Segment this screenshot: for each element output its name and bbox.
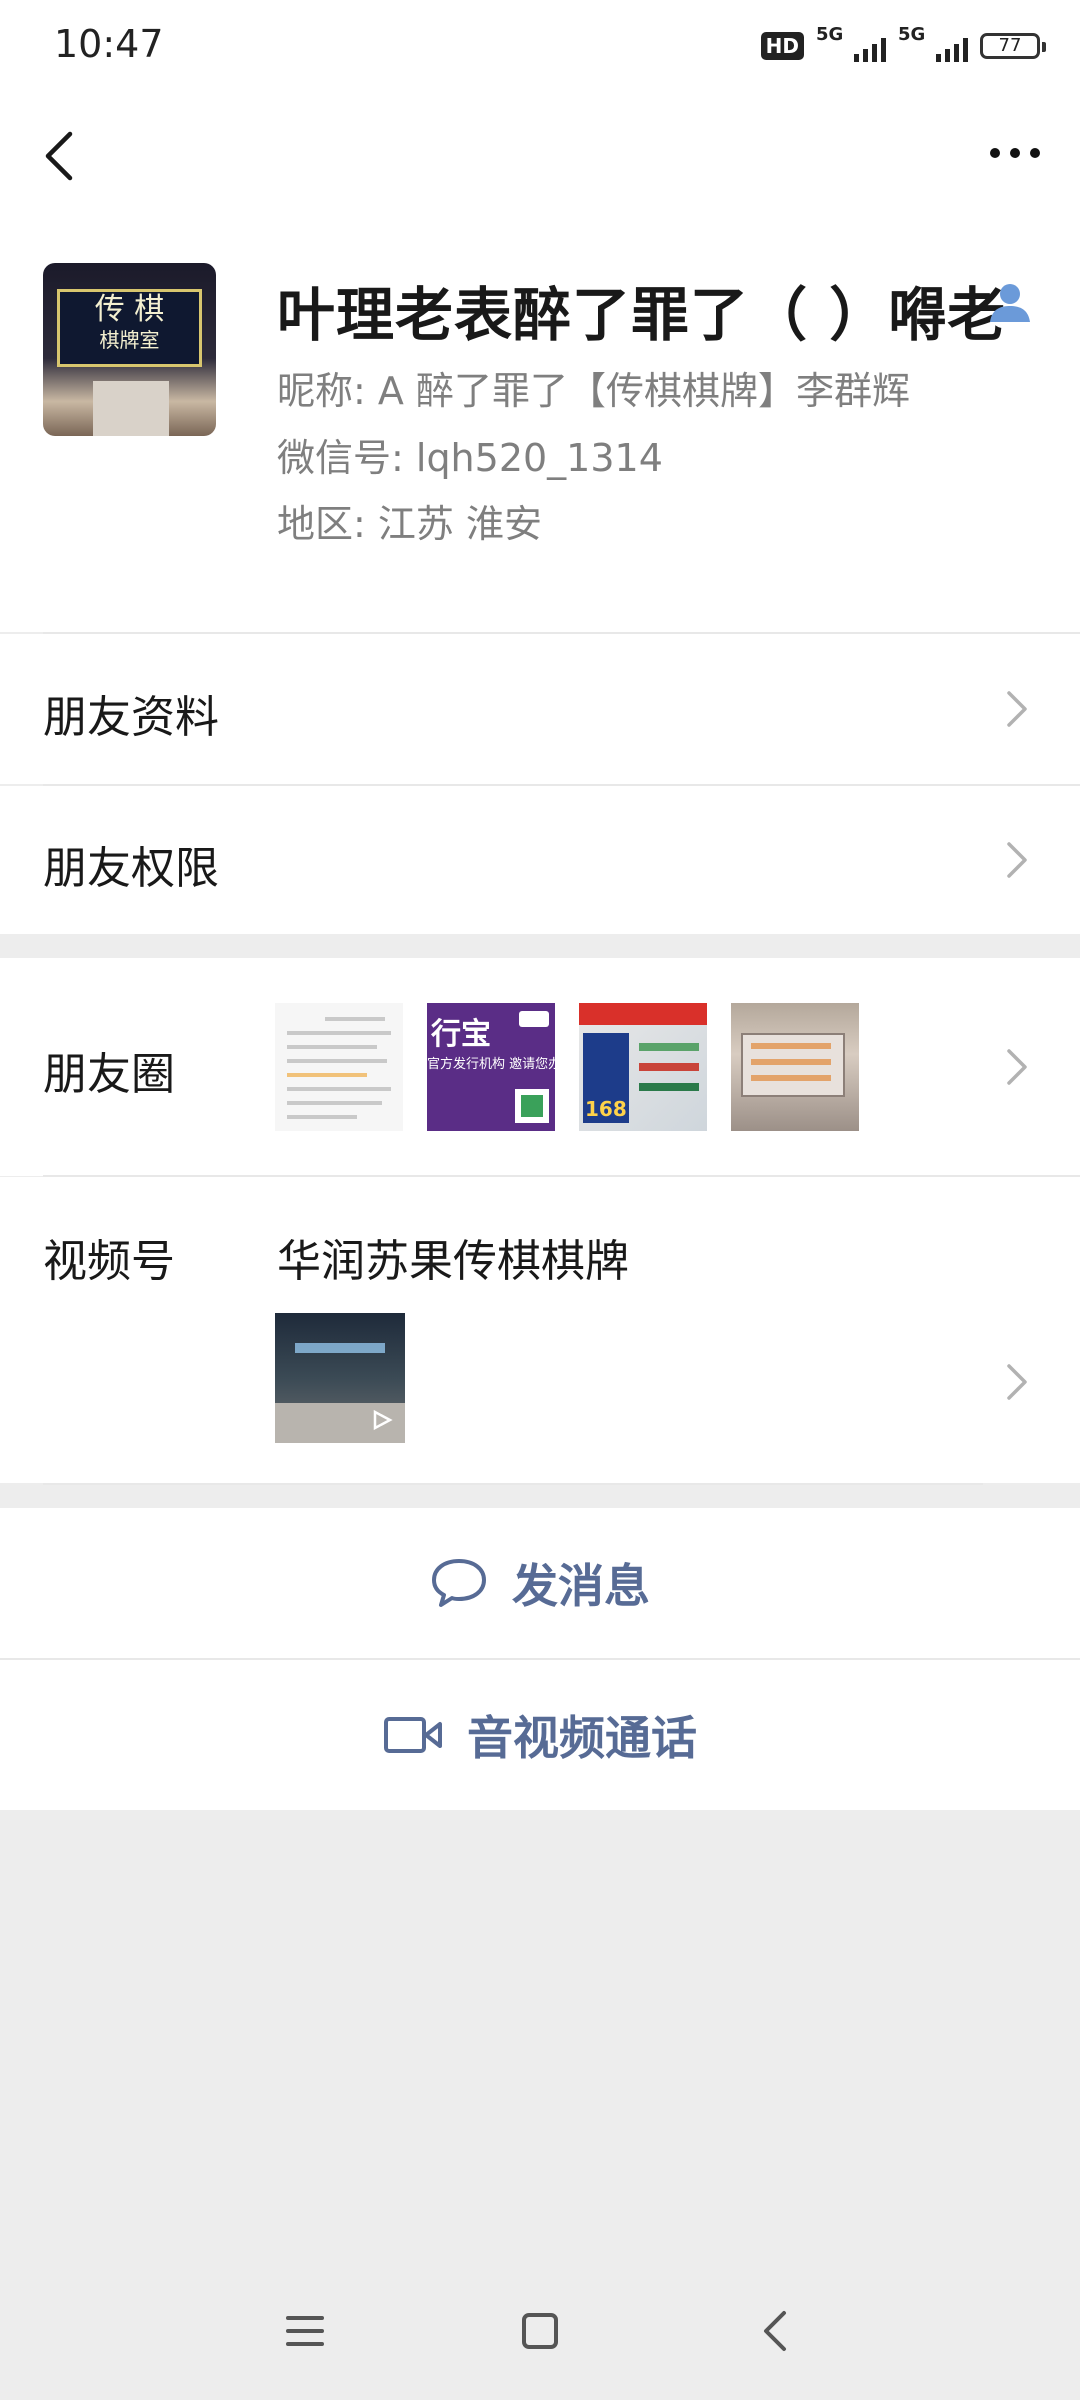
send-message-button[interactable]: 发消息 xyxy=(0,1508,1080,1658)
moments-thumbnail-1[interactable] xyxy=(275,1003,403,1131)
status-icons: HD 5G 5G 77 xyxy=(760,24,1046,64)
chevron-right-icon xyxy=(1007,842,1027,878)
avatar-sign: 传 棋 棋牌室 xyxy=(57,289,202,367)
row-channels[interactable]: 视频号 华润苏果传棋棋牌 xyxy=(0,1177,1080,1483)
divider xyxy=(43,1483,983,1485)
avatar[interactable]: 传 棋 棋牌室 xyxy=(43,263,216,436)
contact-person-icon xyxy=(990,284,1030,322)
wechat-id-line: 微信号: lqh520_1314 xyxy=(277,436,663,480)
moments-thumbnail-4[interactable] xyxy=(731,1003,859,1131)
chevron-right-icon xyxy=(1007,1049,1027,1085)
row-friend-permissions[interactable]: 朋友权限 xyxy=(0,786,1080,934)
home-icon[interactable] xyxy=(521,2312,559,2350)
chevron-right-icon xyxy=(1007,1364,1027,1400)
more-options-icon[interactable] xyxy=(990,148,1040,158)
nickname-line: 昵称: A 醉了罪了【传棋棋牌】李群辉 xyxy=(277,369,910,413)
status-bar: 10:47 HD 5G 5G 77 xyxy=(0,0,1080,90)
signal-icon-2: 5G xyxy=(898,24,968,64)
region-line: 地区: 江苏 淮安 xyxy=(277,502,542,546)
nav-bar xyxy=(0,90,1080,220)
channels-name: 华润苏果传棋棋牌 xyxy=(277,1236,629,1287)
moments-thumbnail-3[interactable]: 168 xyxy=(579,1003,707,1131)
row-friend-info[interactable]: 朋友资料 xyxy=(0,634,1080,784)
system-nav-bar xyxy=(0,2280,1080,2400)
hd-voice-icon: HD xyxy=(760,32,804,60)
row-label: 视频号 xyxy=(43,1236,175,1287)
send-message-label: 发消息 xyxy=(512,1559,650,1613)
chat-bubble-icon xyxy=(432,1559,486,1607)
row-label: 朋友圈 xyxy=(43,1049,175,1100)
menu-icon[interactable] xyxy=(286,2314,324,2348)
status-time: 10:47 xyxy=(54,22,164,66)
video-call-label: 音视频通话 xyxy=(467,1711,697,1765)
system-back-icon[interactable] xyxy=(762,2310,788,2352)
video-camera-icon xyxy=(384,1717,442,1753)
chevron-right-icon xyxy=(1007,691,1027,727)
row-label: 朋友资料 xyxy=(43,692,219,743)
back-arrow-icon[interactable] xyxy=(40,128,80,184)
profile-header: 传 棋 棋牌室 叶理老表醉了罪了（ ）嘚老 昵称: A 醉了罪了【传棋棋牌】李群… xyxy=(0,220,1080,632)
battery-icon: 77 xyxy=(980,33,1046,59)
play-icon xyxy=(373,1409,393,1431)
moments-thumbnail-2[interactable]: 行宝 官方发行机构 邀请您办理 xyxy=(427,1003,555,1131)
channels-video-thumbnail[interactable] xyxy=(275,1313,405,1443)
row-label: 朋友权限 xyxy=(43,843,219,894)
signal-icon: 5G xyxy=(816,24,886,64)
display-name: 叶理老表醉了罪了（ ）嘚老 xyxy=(277,281,1007,349)
video-call-button[interactable]: 音视频通话 xyxy=(0,1660,1080,1810)
